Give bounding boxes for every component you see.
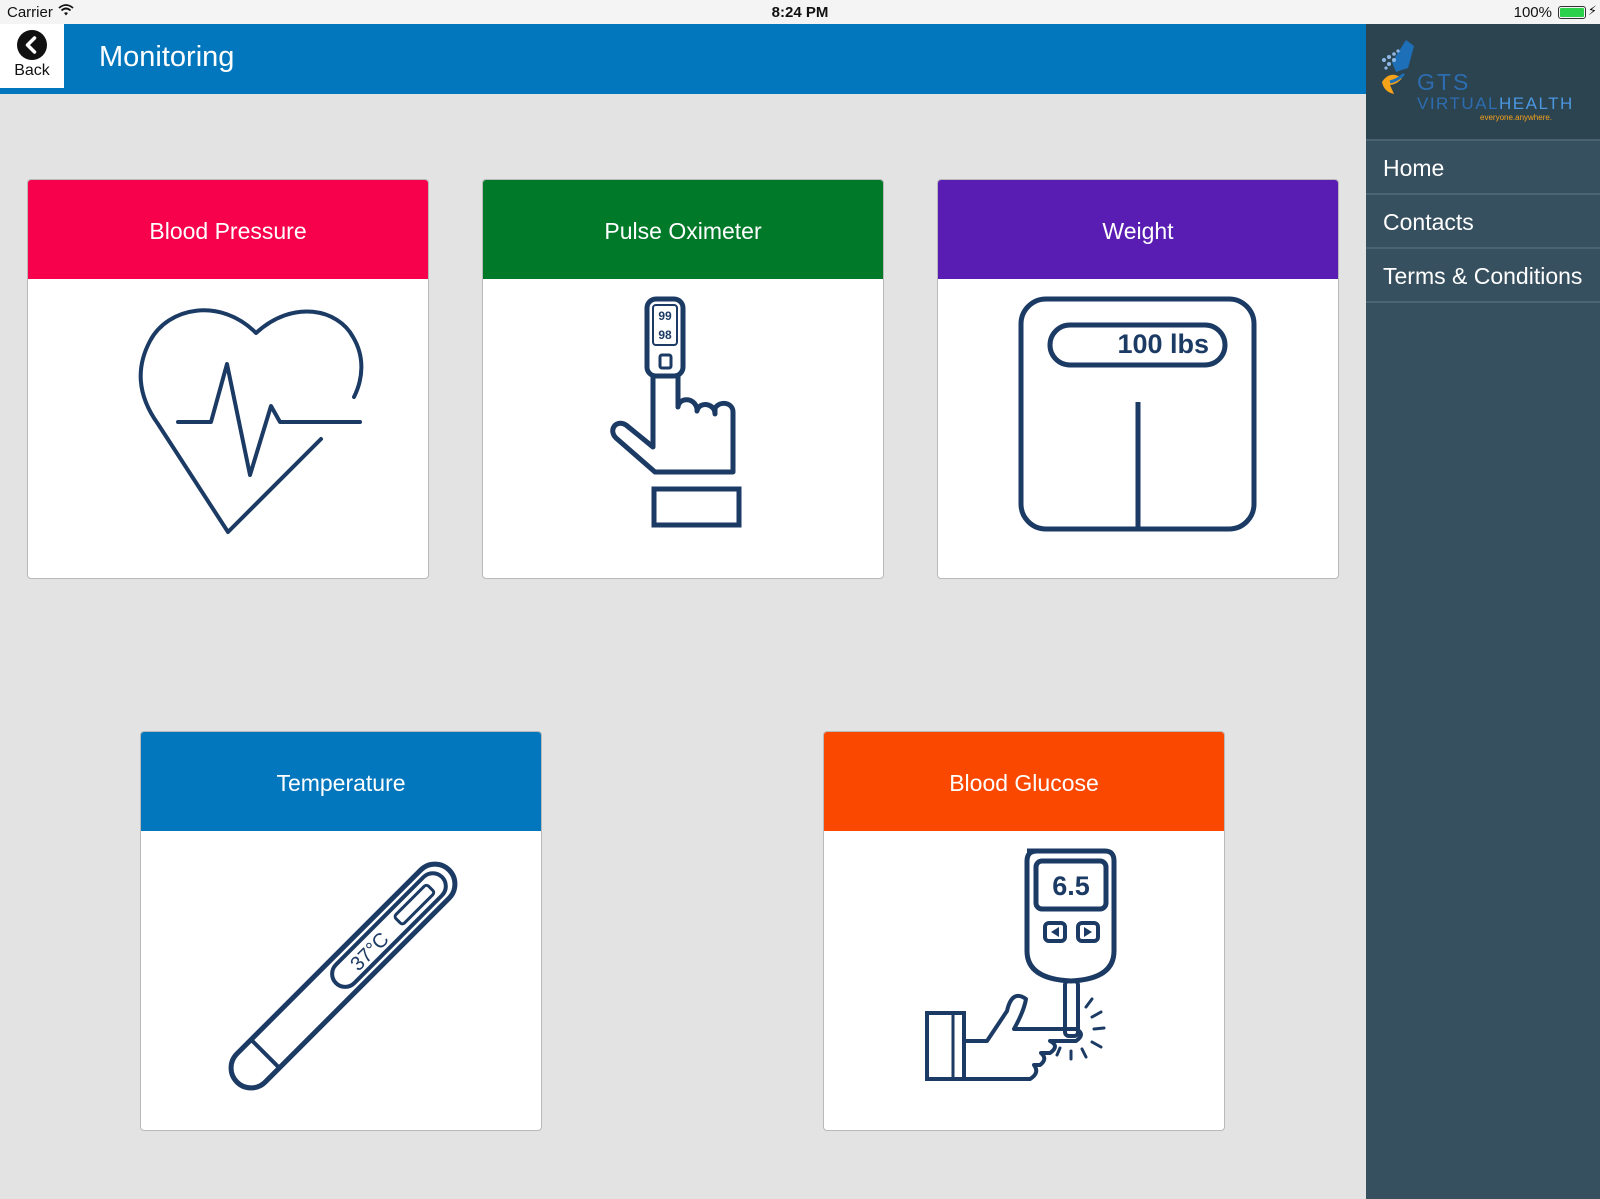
sidebar-item-terms[interactable]: Terms & Conditions	[1366, 249, 1600, 303]
scale-icon: 100 lbs	[938, 279, 1338, 578]
logo-gts-text: GTS	[1417, 69, 1470, 95]
charging-icon: ⚡	[1587, 3, 1597, 18]
logo-health-text: HEALTH	[1499, 94, 1574, 113]
battery-icon	[1558, 6, 1586, 19]
gts-virtual-health-logo: GTS VIRTUALHEALTH everyone.anywhere.	[1366, 24, 1600, 141]
oximeter-reading-2: 98	[658, 328, 672, 342]
oximeter-reading-1: 99	[658, 309, 672, 323]
glucose-meter-icon: 6.5	[824, 831, 1224, 1130]
back-label: Back	[14, 62, 50, 79]
card-title: Pulse Oximeter	[483, 180, 883, 279]
app-header: Back Monitoring	[0, 24, 1366, 94]
page-title: Monitoring	[99, 41, 235, 73]
card-blood-glucose[interactable]: Blood Glucose 6.5	[823, 731, 1225, 1131]
back-chevron-icon	[17, 30, 47, 60]
logo-tagline: everyone.anywhere.	[1480, 113, 1552, 122]
sidebar-item-home[interactable]: Home	[1366, 141, 1600, 195]
sidebar: GTS VIRTUALHEALTH everyone.anywhere. Hom…	[1366, 24, 1600, 1199]
thermometer-icon: 37°C	[141, 831, 541, 1130]
card-blood-pressure[interactable]: Blood Pressure	[27, 179, 429, 579]
glucose-reading: 6.5	[1052, 871, 1090, 901]
logo-virtual-text: VIRTUAL	[1417, 94, 1499, 113]
back-button[interactable]: Back	[0, 24, 64, 88]
battery-percent: 100%	[1513, 4, 1552, 21]
card-title: Blood Glucose	[824, 732, 1224, 831]
card-title: Blood Pressure	[28, 180, 428, 279]
heart-pulse-icon	[28, 279, 428, 578]
card-weight[interactable]: Weight 100 lbs	[937, 179, 1339, 579]
card-temperature[interactable]: Temperature 37°C	[140, 731, 542, 1131]
card-pulse-oximeter[interactable]: Pulse Oximeter 99 98	[482, 179, 884, 579]
scale-reading: 100 lbs	[1117, 329, 1209, 359]
card-title: Temperature	[141, 732, 541, 831]
status-bar: Carrier 8:24 PM 100% ⚡	[0, 0, 1600, 24]
svg-text:VIRTUALHEALTH: VIRTUALHEALTH	[1417, 94, 1574, 113]
card-title: Weight	[938, 180, 1338, 279]
sidebar-item-contacts[interactable]: Contacts	[1366, 195, 1600, 249]
clock: 8:24 PM	[771, 4, 829, 21]
pulse-oximeter-icon: 99 98	[483, 279, 883, 578]
